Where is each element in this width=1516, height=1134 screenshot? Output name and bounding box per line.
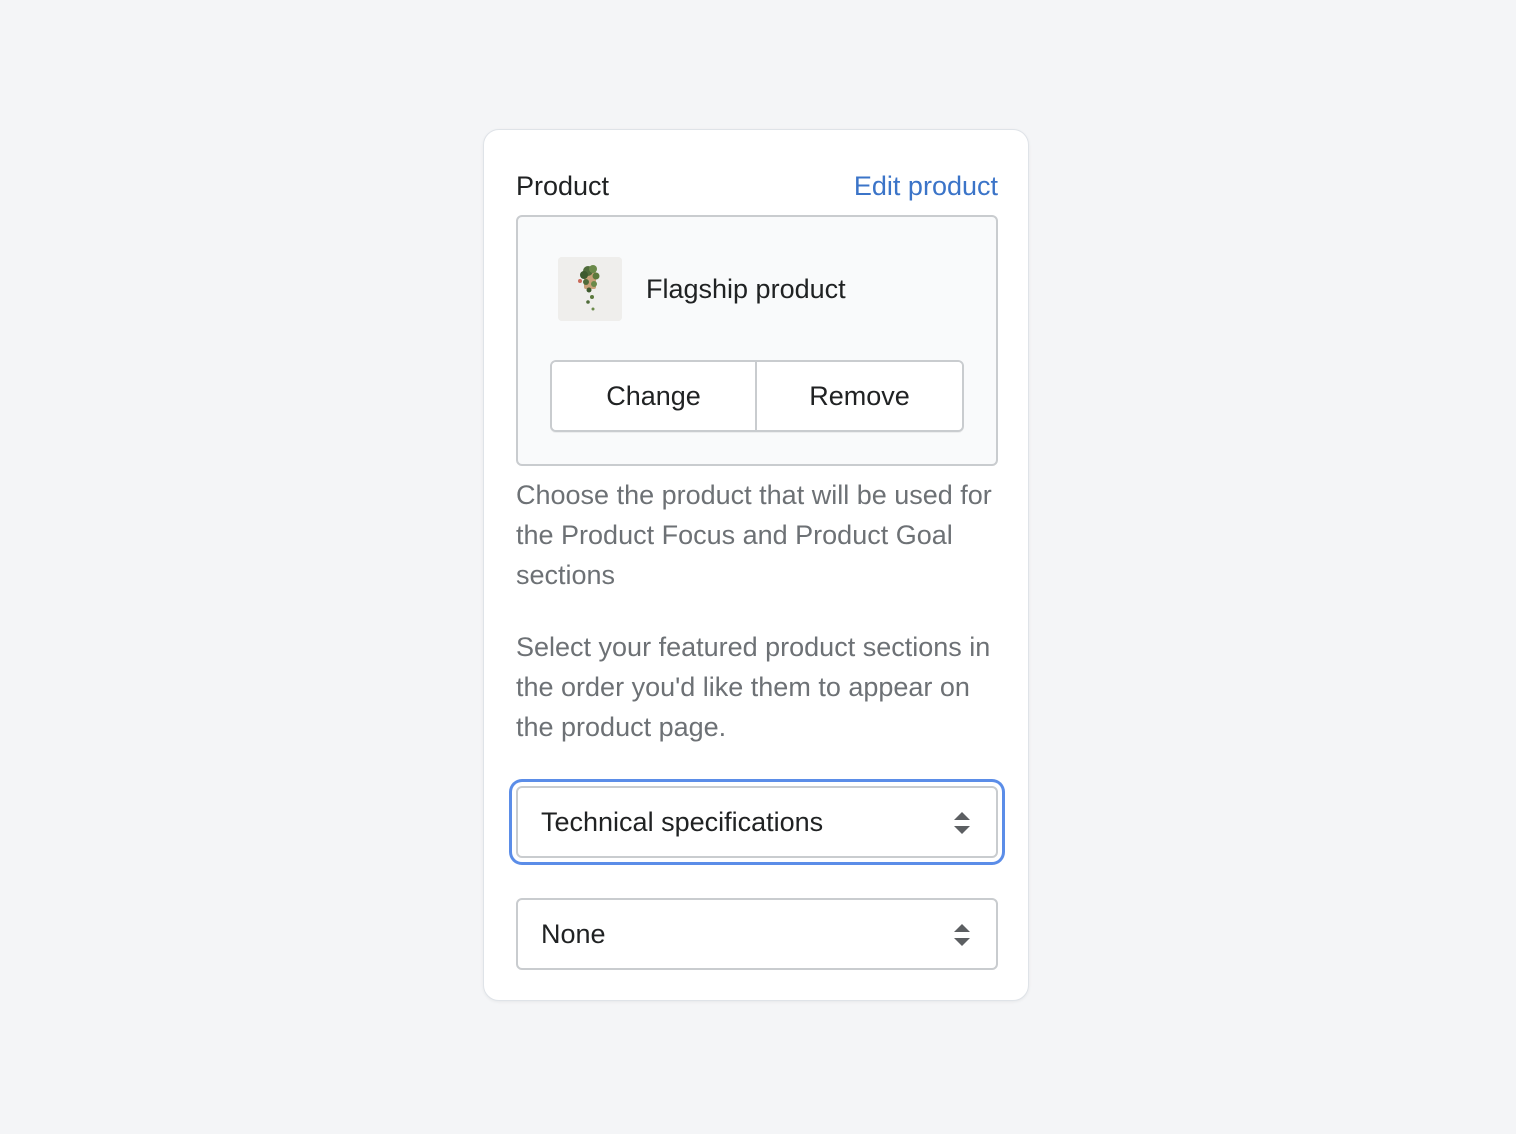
- product-name: Flagship product: [646, 274, 846, 304]
- select-arrows-icon: [954, 924, 970, 946]
- sections-instructions: Select your featured product sections in…: [516, 632, 991, 742]
- product-settings-card: Product Edit product Flagship product Ch…: [483, 129, 1029, 1001]
- card-header: Product Edit product: [516, 170, 998, 202]
- remove-button[interactable]: Remove: [757, 362, 962, 430]
- selected-product-box: Flagship product Change Remove: [516, 215, 998, 466]
- section-select-2[interactable]: None: [516, 898, 998, 970]
- product-help-text: Choose the product that will be used for…: [516, 480, 992, 590]
- select-arrows-icon: [954, 812, 970, 834]
- product-heading: Product: [516, 171, 610, 201]
- page: Product Edit product Flagship product Ch…: [0, 0, 1516, 1134]
- section-select-1[interactable]: Technical specifications: [516, 786, 998, 858]
- change-button[interactable]: Change: [552, 362, 757, 430]
- hanging-plant-icon: [558, 257, 622, 321]
- edit-product-link[interactable]: Edit product: [854, 170, 998, 202]
- select-value: Technical specifications: [541, 807, 824, 837]
- product-button-group: Change Remove: [550, 360, 964, 432]
- product-thumbnail: [558, 257, 622, 321]
- select-value: None: [541, 919, 606, 949]
